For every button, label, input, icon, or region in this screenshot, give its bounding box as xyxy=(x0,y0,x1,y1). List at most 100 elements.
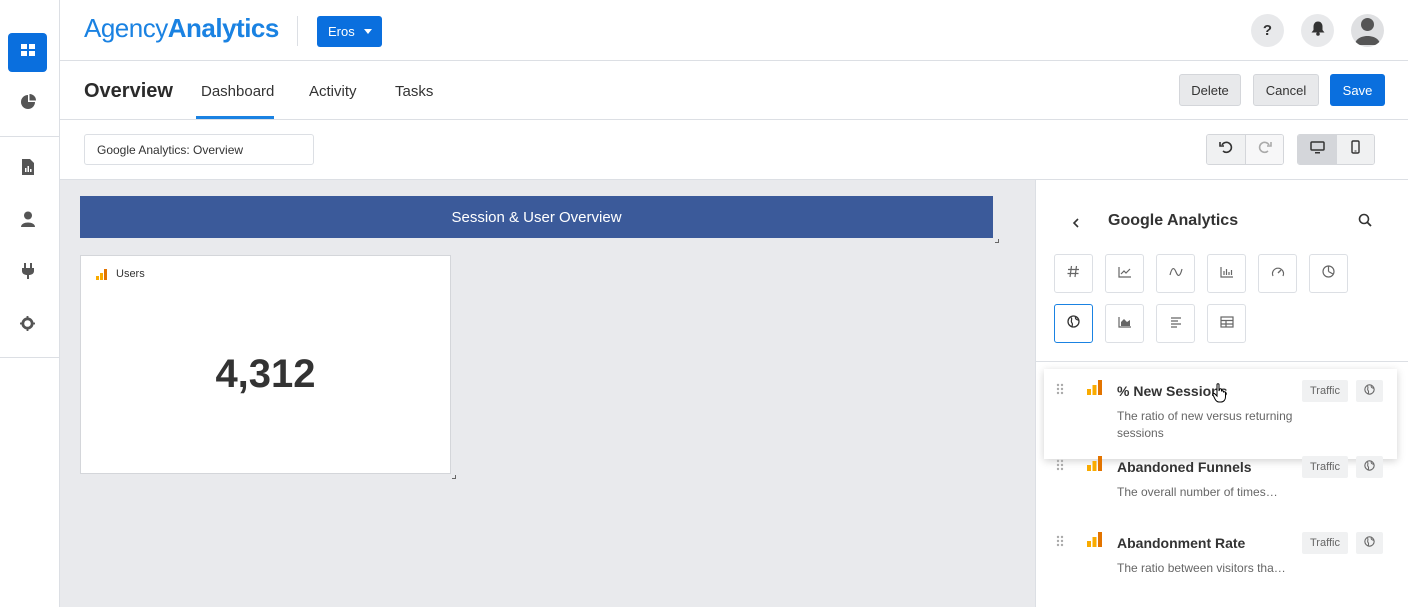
metric-name: Abandoned Funnels xyxy=(1117,459,1252,475)
gauge-icon xyxy=(1271,265,1285,283)
left-rail xyxy=(0,0,60,607)
nav-integrations[interactable] xyxy=(8,254,47,293)
geo-compatible-badge xyxy=(1356,380,1383,402)
number-icon xyxy=(1067,265,1080,283)
widget-type-geo-map[interactable] xyxy=(1054,304,1093,343)
pie-chart-icon xyxy=(1322,264,1335,283)
category-badge: Traffic xyxy=(1302,380,1348,402)
globe-icon xyxy=(1364,534,1375,552)
nav-settings[interactable] xyxy=(8,306,47,345)
metric-description: The overall number of times… xyxy=(1117,485,1278,499)
undo-icon xyxy=(1219,140,1233,159)
page-title: Overview xyxy=(84,80,173,102)
tab-dashboard[interactable]: Dashboard xyxy=(201,83,274,100)
device-view-group xyxy=(1297,134,1375,165)
widget-type-line-chart[interactable] xyxy=(1105,254,1144,293)
globe-icon xyxy=(1067,314,1080,333)
user-icon xyxy=(20,211,35,232)
nav-users[interactable] xyxy=(8,202,47,241)
hand-cursor-icon xyxy=(1212,383,1228,408)
nav-reports[interactable] xyxy=(8,150,47,189)
report-icon xyxy=(21,159,35,180)
globe-icon xyxy=(1364,458,1375,476)
list-icon xyxy=(1170,315,1182,333)
widget-type-table[interactable] xyxy=(1207,304,1246,343)
dashboard-canvas: Session & User Overview Users 4,312 xyxy=(60,180,1035,607)
google-analytics-icon xyxy=(1087,532,1102,552)
resize-handle[interactable] xyxy=(452,475,456,479)
active-tab-indicator xyxy=(196,116,274,119)
search-icon[interactable] xyxy=(1358,213,1372,232)
undo-redo-group xyxy=(1206,134,1284,165)
client-selector-button[interactable]: Eros xyxy=(317,16,382,47)
pie-chart-icon xyxy=(20,94,36,115)
widget-type-list[interactable] xyxy=(1156,304,1195,343)
top-header: AgencyAnalytics Eros ? xyxy=(60,0,1408,61)
help-button[interactable]: ? xyxy=(1251,14,1284,47)
tab-activity[interactable]: Activity xyxy=(309,83,357,100)
metric-description: The ratio between visitors tha… xyxy=(1117,561,1286,575)
help-icon: ? xyxy=(1262,22,1273,39)
dashboard-icon xyxy=(20,42,36,63)
area-chart-icon xyxy=(1117,315,1132,333)
client-selector-label: Eros xyxy=(328,24,355,39)
drag-handle-icon[interactable] xyxy=(1056,458,1064,476)
section-header-widget[interactable]: Session & User Overview xyxy=(80,196,993,238)
table-icon xyxy=(1219,315,1234,333)
sparkline-icon xyxy=(1168,265,1183,283)
geo-compatible-badge xyxy=(1356,456,1383,478)
widget-type-bar-chart[interactable] xyxy=(1207,254,1246,293)
geo-compatible-badge xyxy=(1356,532,1383,554)
mobile-icon xyxy=(1351,140,1360,159)
category-badge: Traffic xyxy=(1302,532,1348,554)
divider xyxy=(297,16,298,46)
dashboard-toolbar xyxy=(60,120,1408,180)
gear-icon xyxy=(20,315,35,336)
nav-dashboards[interactable] xyxy=(8,33,47,72)
widget-type-pie-chart[interactable] xyxy=(1309,254,1348,293)
panel-title: Google Analytics xyxy=(1108,212,1239,229)
category-badge: Traffic xyxy=(1302,456,1348,478)
users-widget[interactable]: Users 4,312 xyxy=(80,255,451,474)
divider xyxy=(1036,361,1408,362)
back-chevron-icon[interactable] xyxy=(1072,215,1080,233)
nav-reports-charts[interactable] xyxy=(8,85,47,124)
brand-name-part2: Analytics xyxy=(167,13,280,43)
metric-description: The ratio of new versus returning sessio… xyxy=(1117,409,1293,440)
undo-button[interactable] xyxy=(1207,135,1245,164)
widget-type-number[interactable] xyxy=(1054,254,1093,293)
desktop-icon xyxy=(1309,140,1325,159)
metric-name: Abandonment Rate xyxy=(1117,535,1246,551)
tab-tasks[interactable]: Tasks xyxy=(395,83,433,100)
line-chart-icon xyxy=(1117,265,1132,283)
google-analytics-icon xyxy=(1087,380,1102,400)
resize-handle[interactable] xyxy=(995,239,999,243)
plug-icon xyxy=(21,263,35,284)
google-analytics-icon xyxy=(1087,456,1102,476)
drag-handle-icon[interactable] xyxy=(1056,382,1064,400)
notifications-button[interactable] xyxy=(1301,14,1334,47)
page-header: Overview Dashboard Activity Tasks Delete… xyxy=(60,61,1408,120)
delete-button[interactable]: Delete xyxy=(1179,74,1241,106)
globe-icon xyxy=(1364,382,1375,400)
redo-button[interactable] xyxy=(1245,135,1283,164)
dashboard-name-input[interactable] xyxy=(84,134,314,165)
desktop-view-button[interactable] xyxy=(1298,135,1336,164)
cancel-button[interactable]: Cancel xyxy=(1253,74,1319,106)
mobile-view-button[interactable] xyxy=(1336,135,1374,164)
user-avatar-button[interactable] xyxy=(1351,14,1384,47)
metric-name: % New Sessions xyxy=(1117,383,1228,399)
widget-type-gauge[interactable] xyxy=(1258,254,1297,293)
save-button[interactable]: Save xyxy=(1330,74,1385,106)
redo-icon xyxy=(1258,140,1272,159)
metric-item[interactable]: Abandonment Rate The ratio between visit… xyxy=(1044,521,1397,607)
bell-icon xyxy=(1311,21,1325,40)
drag-handle-icon[interactable] xyxy=(1056,534,1064,552)
widget-type-area-chart[interactable] xyxy=(1105,304,1144,343)
bar-chart-icon xyxy=(1219,265,1234,283)
brand-name-part1: Agency xyxy=(84,13,168,43)
widget-title: Users xyxy=(116,268,145,280)
widget-type-sparkline[interactable] xyxy=(1156,254,1195,293)
caret-down-icon xyxy=(363,29,372,34)
brand-logo[interactable]: AgencyAnalytics xyxy=(84,13,279,44)
